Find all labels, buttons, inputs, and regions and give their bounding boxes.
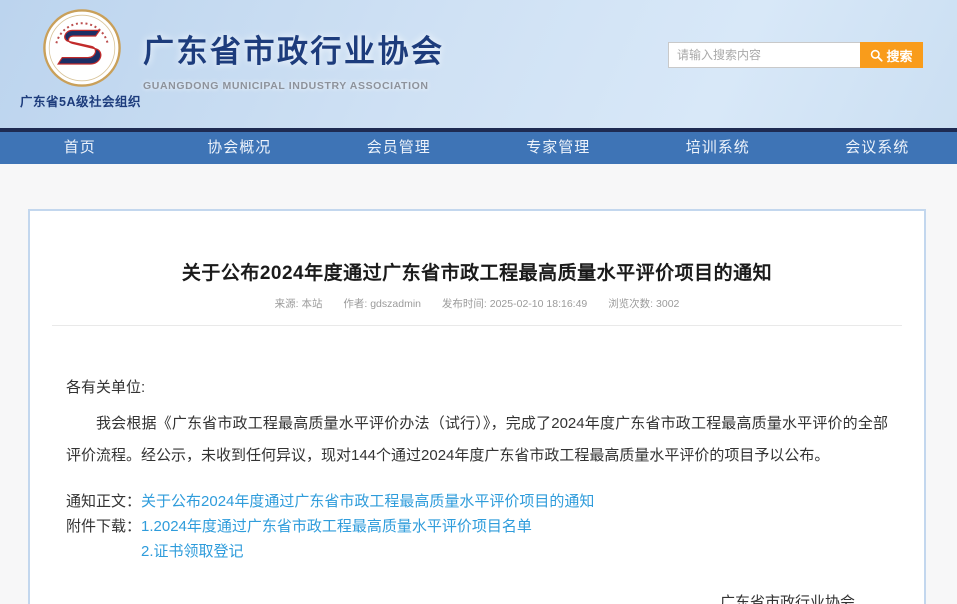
signature-org: 广东省市政行业协会 (720, 590, 855, 604)
article-body: 各有关单位: 我会根据《广东省市政工程最高质量水平评价办法（试行）》，完成了20… (30, 376, 924, 604)
attachment-link-certificate-registration[interactable]: 2.证书领取登记 (141, 539, 532, 564)
article-meta: 来源: 本站 作者: gdszadmin 发布时间: 2025-02-10 18… (30, 296, 924, 311)
association-logo[interactable]: 广东省5A级社会组织 (20, 8, 150, 110)
attachment-row: 附件下载： 1.2024年度通过广东省市政工程最高质量水平评价项目名单 2.证书… (66, 514, 888, 564)
attachment-label: 附件下载： (66, 514, 141, 564)
meta-source: 来源: 本站 (275, 298, 323, 310)
meta-view-count: 浏览次数: 3002 (608, 298, 679, 310)
association-logo-icon (42, 8, 122, 88)
nav-item-member-management[interactable]: 会员管理 (319, 132, 479, 164)
notice-link[interactable]: 关于公布2024年度通过广东省市政工程最高质量水平评价项目的通知 (141, 489, 594, 514)
search-icon (870, 49, 883, 62)
salutation: 各有关单位: (66, 376, 888, 400)
meta-publish-time: 发布时间: 2025-02-10 18:16:49 (442, 298, 587, 310)
notice-row: 通知正文： 关于公布2024年度通过广东省市政工程最高质量水平评价项目的通知 (66, 489, 888, 514)
org-names: 广东省市政行业协会 GUANGDONG MUNICIPAL INDUSTRY A… (143, 26, 445, 92)
notice-label: 通知正文： (66, 489, 141, 514)
search-button-label: 搜索 (886, 46, 912, 65)
org-name-en: GUANGDONG MUNICIPAL INDUSTRY ASSOCIATION (143, 80, 445, 92)
search-bar: 搜索 (668, 42, 923, 68)
nav-item-home[interactable]: 首页 (0, 132, 160, 164)
nav-item-expert-management[interactable]: 专家管理 (479, 132, 639, 164)
article-paragraph: 我会根据《广东省市政工程最高质量水平评价办法（试行）》，完成了2024年度广东省… (66, 408, 888, 472)
nav-item-meeting-system[interactable]: 会议系统 (798, 132, 957, 164)
article-title: 关于公布2024年度通过广东省市政工程最高质量水平评价项目的通知 (70, 258, 884, 285)
site-header: 广东省5A级社会组织 广东省市政行业协会 GUANGDONG MUNICIPAL… (0, 0, 957, 128)
nav-item-association-overview[interactable]: 协会概况 (160, 132, 320, 164)
search-input[interactable] (668, 42, 860, 68)
attachment-links: 1.2024年度通过广东省市政工程最高质量水平评价项目名单 2.证书领取登记 (141, 514, 532, 564)
nav-item-training-system[interactable]: 培训系统 (638, 132, 798, 164)
signature-block: 广东省市政行业协会 2025年2月8日 (66, 590, 855, 604)
meta-author: 作者: gdszadmin (343, 298, 421, 310)
org-name-cn: 广东省市政行业协会 (143, 26, 445, 71)
attachment-link-project-list[interactable]: 1.2024年度通过广东省市政工程最高质量水平评价项目名单 (141, 514, 532, 539)
search-button[interactable]: 搜索 (860, 42, 923, 68)
badge-5a: 广东省5A级社会组织 (20, 91, 150, 110)
content-area: 关于公布2024年度通过广东省市政工程最高质量水平评价项目的通知 来源: 本站 … (0, 164, 957, 604)
main-nav: 首页 协会概况 会员管理 专家管理 培训系统 会议系统 (0, 132, 957, 164)
article-panel: 关于公布2024年度通过广东省市政工程最高质量水平评价项目的通知 来源: 本站 … (28, 209, 926, 604)
title-divider (52, 325, 902, 326)
